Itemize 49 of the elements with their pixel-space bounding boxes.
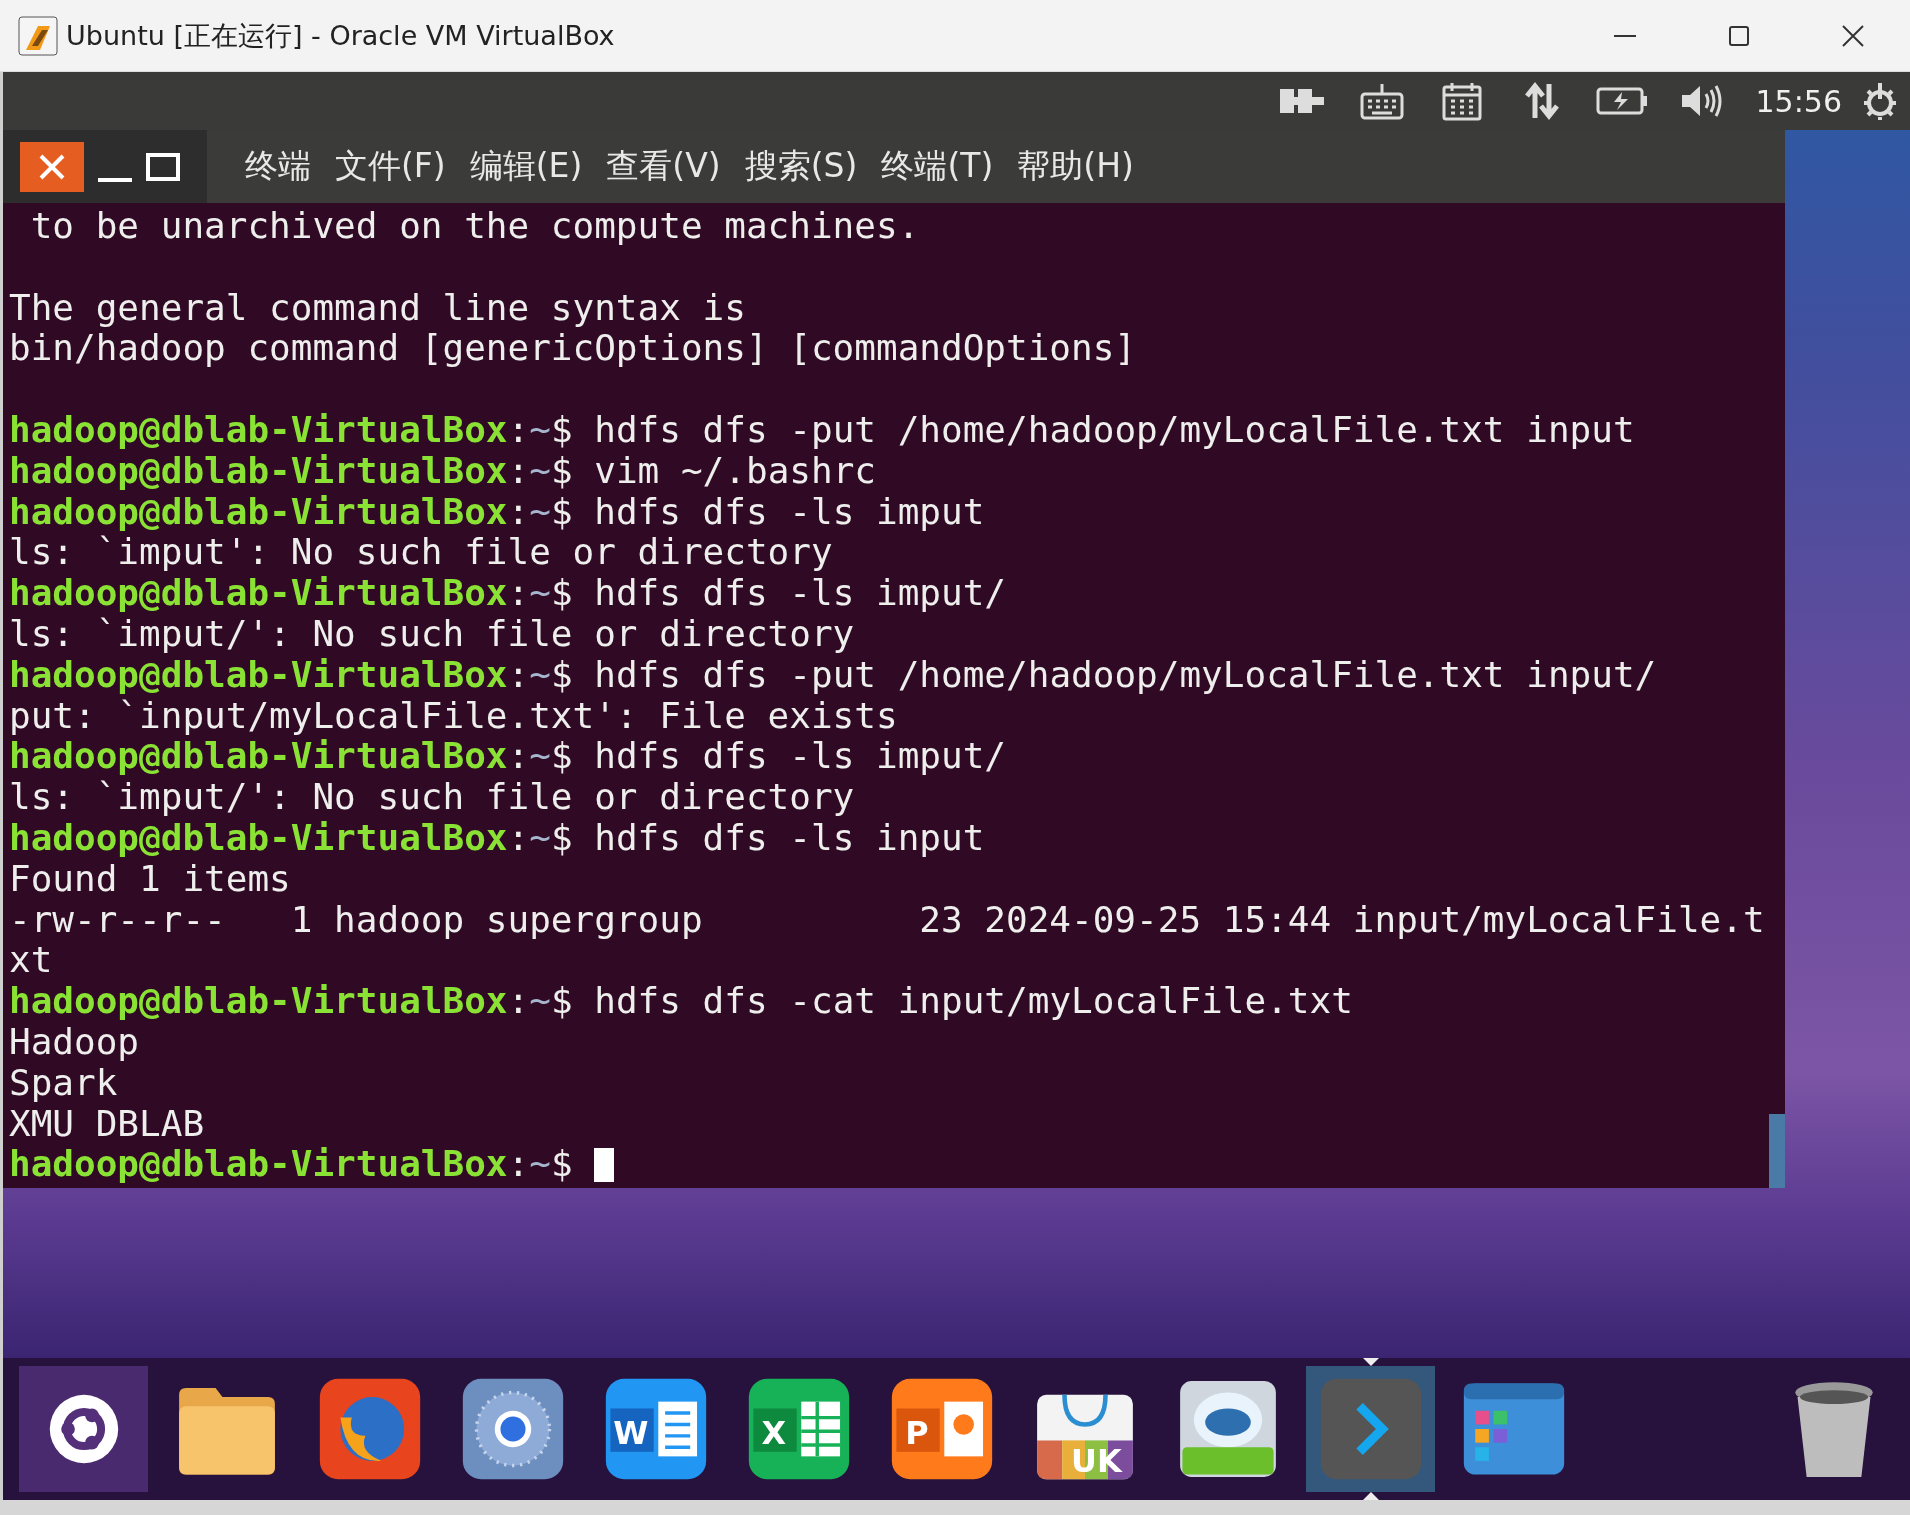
clock-time[interactable]: 15:56: [1755, 83, 1842, 119]
output-line: ls: `imput/': No such file or directory: [9, 777, 855, 818]
output-line: Hadoop: [9, 1021, 140, 1063]
output-line: bin/hadoop command [genericOptions] [commandOptions]: [9, 328, 1137, 370]
keyboard-icon[interactable]: [1359, 82, 1404, 120]
battery-icon[interactable]: [1595, 87, 1648, 115]
prompt-line: hadoop@dblab-VirtualBox:~$ hdfs dfs -cat input/myLocalFile.txt: [9, 981, 1353, 1022]
app-logo-icon: [18, 15, 58, 56]
close-icon: [38, 152, 66, 181]
menu-item[interactable]: 文件(F): [335, 144, 446, 189]
output-line: put: `input/myLocalFile.txt': File exists: [9, 695, 898, 737]
calendar-icon[interactable]: [1441, 81, 1482, 121]
up-down-arrows-icon[interactable]: [1524, 82, 1559, 120]
output-line: to be unarchived on the compute machines.: [29, 206, 920, 247]
output-line: Found 1 items: [9, 858, 291, 900]
scrollbar-thumb[interactable]: [1769, 1114, 1785, 1188]
window-title: Ubuntu [正在运行] - Oracle VM VirtualBox: [66, 18, 615, 53]
menu-item[interactable]: 编辑(E): [469, 144, 583, 189]
output-line: The general command line syntax is: [9, 287, 746, 329]
indicator-arrow-icon: [1363, 1492, 1379, 1500]
close-button[interactable]: [20, 141, 84, 192]
prompt-line: hadoop@dblab-VirtualBox:~$: [9, 1144, 574, 1186]
menu-item[interactable]: 终端: [245, 144, 311, 189]
prompt-line: hadoop@dblab-VirtualBox:~$ hdfs dfs -put /home/hadoop/myLocalFile.txt input/: [9, 654, 1657, 696]
minimize-icon[interactable]: [1614, 34, 1636, 37]
prompt-line: hadoop@dblab-VirtualBox:~$ hdfs dfs -ls imput/: [9, 573, 1007, 614]
close-icon[interactable]: [1842, 24, 1864, 47]
output-line: ls: `imput/': No such file or directory: [9, 613, 855, 655]
prompt-line: hadoop@dblab-VirtualBox:~$ hdfs dfs -ls imput: [9, 491, 985, 533]
output-line: ls: `imput': No such file or directory: [9, 532, 833, 574]
menu-item[interactable]: 终端(T): [881, 144, 994, 189]
prompt-line: hadoop@dblab-VirtualBox:~$ hdfs dfs -put /home/hadoop/myLocalFile.txt input: [9, 410, 1635, 451]
dock-item[interactable]: W: [591, 1358, 720, 1500]
menu-item[interactable]: 查看(V): [606, 144, 721, 189]
output-line: XMU DBLAB: [9, 1103, 205, 1145]
indicator-arrow-icon: [1363, 1358, 1379, 1366]
dock-item[interactable]: [1306, 1358, 1435, 1500]
output-line: xt: [9, 940, 53, 982]
menu-item[interactable]: 帮助(H): [1017, 144, 1134, 189]
dock-item[interactable]: P: [877, 1358, 1006, 1500]
dock-item[interactable]: X: [734, 1358, 863, 1500]
volume-icon[interactable]: [1679, 84, 1724, 118]
prompt-line: hadoop@dblab-VirtualBox:~$ hdfs dfs -ls input: [9, 817, 985, 859]
menu-item[interactable]: 搜索(S): [744, 144, 858, 189]
prompt-line: hadoop@dblab-VirtualBox:~$ vim ~/.bashrc: [9, 450, 876, 492]
maximize-icon[interactable]: [1729, 25, 1749, 46]
output-line: Spark: [9, 1062, 118, 1104]
output-line: -rw-r--r-- 1 hadoop supergroup 23 2024-09-25 15:44 input/myLocalFile.t: [9, 899, 1765, 941]
prompt-line: hadoop@dblab-VirtualBox:~$ hdfs dfs -ls imput/: [9, 736, 1007, 778]
